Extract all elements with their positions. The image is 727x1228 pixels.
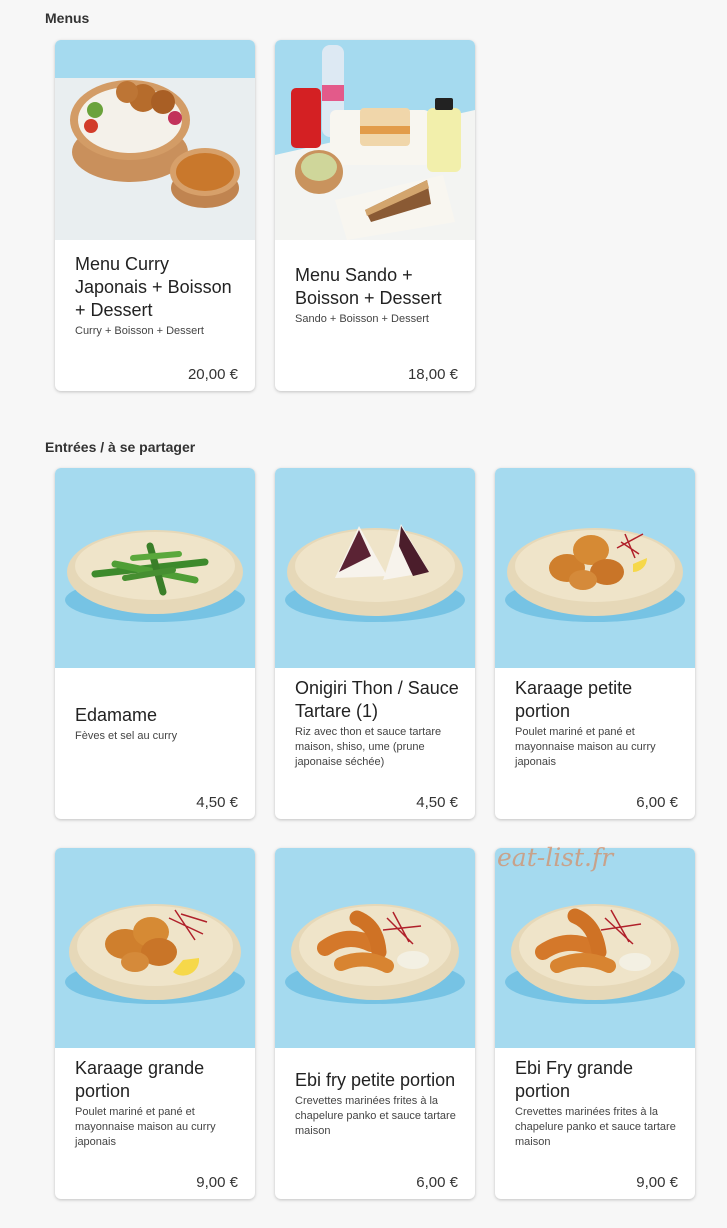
- menu-item-card[interactable]: Menu Curry Japonais + Boisson + Dessert …: [55, 40, 255, 391]
- menu-item-card[interactable]: Edamame Fèves et sel au curry 4,50 €: [55, 468, 255, 819]
- menu-item-card[interactable]: Karaage grande portion Poulet mariné et …: [55, 848, 255, 1199]
- item-title: Karaage petite portion: [515, 678, 633, 721]
- item-price: 9,00 €: [196, 1174, 238, 1191]
- item-description: Crevettes marinées frites à la chapelure…: [515, 1106, 676, 1148]
- item-description: Crevettes marinées frites à la chapelure…: [295, 1094, 456, 1137]
- item-title: Menu Sando + Boisson + Dessert: [295, 265, 442, 308]
- onigiri-photo: [275, 468, 475, 668]
- item-title: Ebi Fry grande portion: [515, 1058, 634, 1101]
- item-title: Karaage grande portion: [75, 1058, 205, 1101]
- item-price: 20,00 €: [187, 366, 238, 383]
- menu-item-card[interactable]: Ebi Fry grande portion Crevettes marinée…: [495, 848, 695, 1199]
- item-price: 4,50 €: [416, 794, 458, 811]
- menu-item-card[interactable]: Karaage petite portion Poulet mariné et …: [495, 468, 695, 819]
- curry-menu-photo: [55, 40, 255, 240]
- sando-menu-photo: [275, 40, 475, 240]
- item-description: Curry + Boisson + Dessert: [75, 324, 204, 337]
- item-description: Riz avec thon et sauce tartare maison, s…: [295, 726, 442, 768]
- item-price: 6,00 €: [636, 794, 678, 811]
- edamame-photo: [55, 468, 255, 668]
- watermark: eat-list.fr: [497, 843, 614, 872]
- item-price: 6,00 €: [416, 1174, 458, 1191]
- item-title: Menu Curry Japonais + Boisson + Dessert: [75, 253, 232, 320]
- ebi-fry-large-photo: [495, 848, 695, 1048]
- karaage-small-photo: [495, 468, 695, 668]
- item-title: Onigiri Thon / Sauce Tartare (1): [295, 678, 459, 721]
- item-description: Fèves et sel au curry: [75, 729, 178, 742]
- menu-item-card[interactable]: Menu Sando + Boisson + Dessert Sando + B…: [275, 40, 475, 391]
- menu-item-card[interactable]: Ebi fry petite portion Crevettes marinée…: [275, 848, 475, 1199]
- item-title: Edamame: [75, 704, 158, 725]
- item-description: Poulet mariné et pané et mayonnaise mais…: [75, 1106, 216, 1148]
- item-title: Ebi fry petite portion: [295, 1069, 456, 1090]
- section-title-menus: Menus: [45, 10, 90, 26]
- karaage-large-photo: [55, 848, 255, 1048]
- item-description: Poulet mariné et pané et mayonnaise mais…: [515, 726, 656, 768]
- ebi-fry-small-photo: [275, 848, 475, 1048]
- menu-item-card[interactable]: Onigiri Thon / Sauce Tartare (1) Riz ave…: [275, 468, 475, 819]
- item-price: 18,00 €: [407, 366, 458, 383]
- item-price: 4,50 €: [196, 794, 238, 811]
- section-title-entrees: Entrées / à se partager: [45, 439, 196, 455]
- item-price: 9,00 €: [636, 1174, 678, 1191]
- item-description: Sando + Boisson + Dessert: [295, 313, 429, 325]
